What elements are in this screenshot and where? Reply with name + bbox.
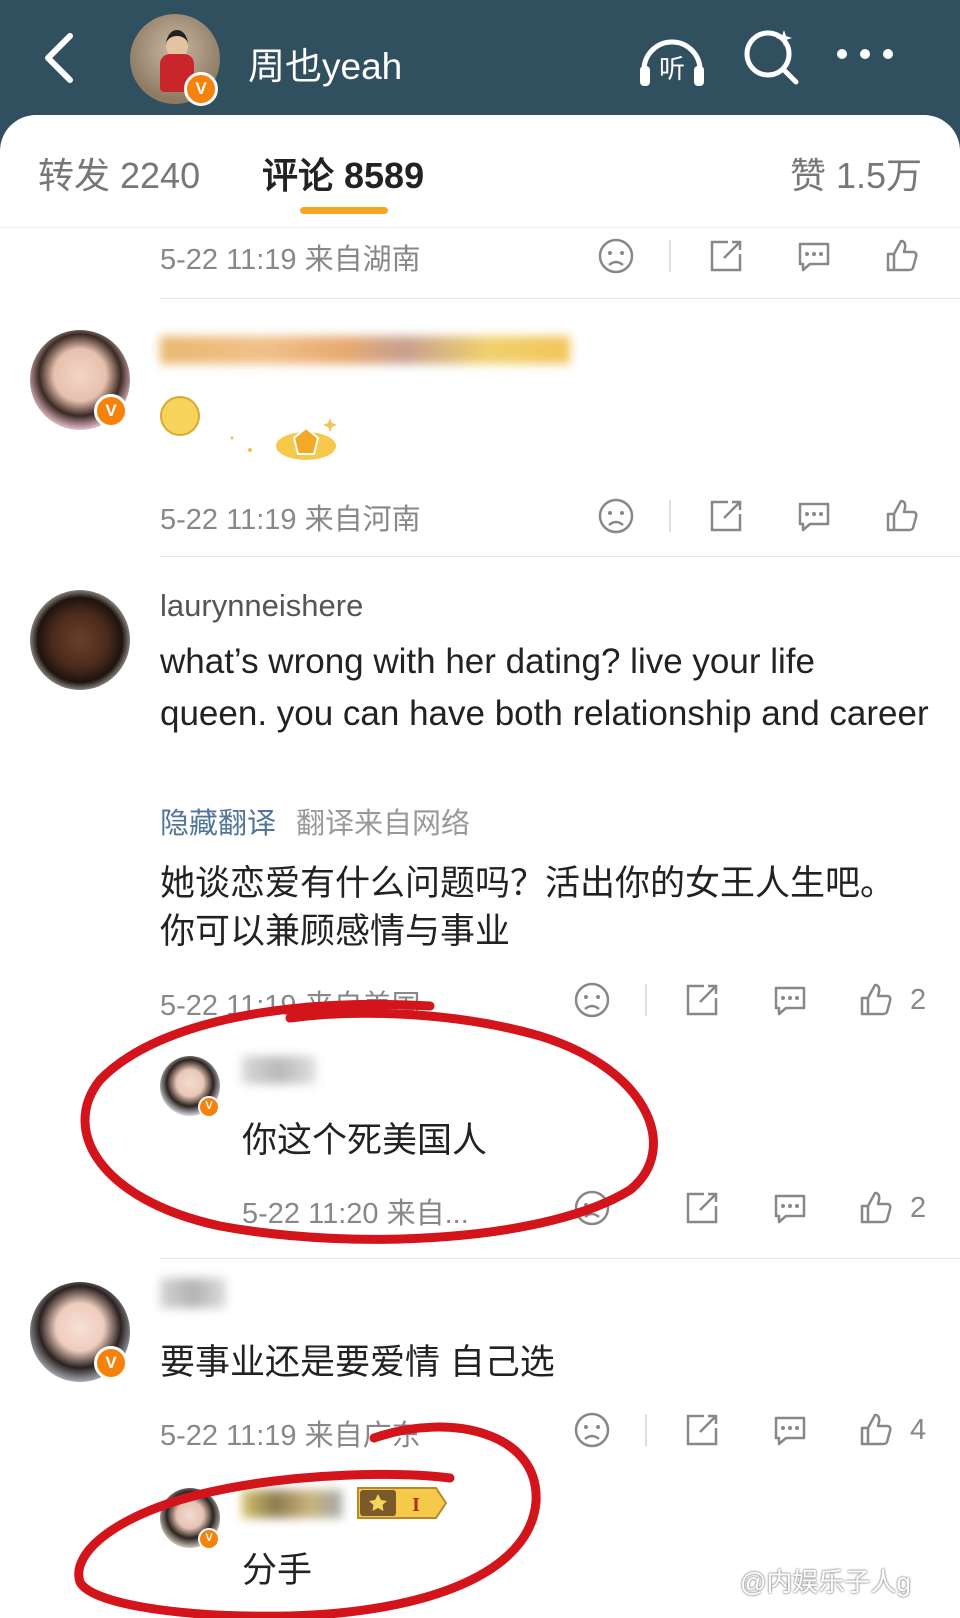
tab-reposts[interactable]: 转发 2240 bbox=[38, 147, 200, 199]
like-thumb-icon[interactable] bbox=[856, 1410, 896, 1450]
comment-divider bbox=[160, 1258, 960, 1259]
share-icon[interactable] bbox=[682, 980, 722, 1020]
like-thumb-icon[interactable] bbox=[856, 980, 896, 1020]
like-count: 2 bbox=[910, 1192, 927, 1224]
level-badge-icon: I bbox=[357, 1487, 448, 1519]
comment-divider bbox=[160, 298, 960, 299]
reply-comment-icon[interactable] bbox=[770, 1188, 810, 1228]
dislike-face-icon[interactable] bbox=[572, 1410, 612, 1450]
like-thumb-icon[interactable] bbox=[882, 496, 922, 536]
active-tab-indicator bbox=[300, 207, 388, 214]
listen-headphones-icon[interactable]: 听 bbox=[636, 26, 708, 90]
share-icon[interactable] bbox=[682, 1410, 722, 1450]
level-badge-label: I bbox=[412, 1494, 420, 1516]
like-thumb-icon[interactable] bbox=[882, 236, 922, 276]
verified-badge-icon: V bbox=[198, 1096, 220, 1118]
share-icon[interactable] bbox=[706, 236, 746, 276]
gold-badge-sticker-icon bbox=[230, 418, 337, 460]
comment-meta: 5-22 11:19 来自湖南 bbox=[160, 244, 421, 276]
reply-comment-icon[interactable] bbox=[770, 1410, 810, 1450]
comment-text: 要事业还是要爱情 自己选 bbox=[160, 1343, 555, 1382]
dislike-face-icon[interactable] bbox=[572, 980, 612, 1020]
comment-meta: 5-22 11:19 来自美国 bbox=[160, 990, 421, 1022]
hide-translation-link[interactable]: 隐藏翻译 bbox=[160, 800, 276, 842]
comment-meta: 5-22 11:19 来自广东 bbox=[160, 1420, 421, 1452]
reply-meta: 5-22 11:20 来自... bbox=[242, 1198, 469, 1230]
crying-emoji-icon bbox=[160, 396, 200, 436]
like-count: 4 bbox=[910, 1414, 927, 1446]
verified-badge-icon: V bbox=[94, 394, 128, 428]
translated-text: 她谈恋爱有什么问题吗？活出你的女王人生吧。你可以兼顾感情与事业 bbox=[160, 864, 896, 951]
action-separator bbox=[645, 1414, 647, 1446]
verified-badge-icon: V bbox=[94, 1346, 128, 1380]
comment-meta: 5-22 11:19 来自河南 bbox=[160, 504, 421, 536]
share-icon[interactable] bbox=[706, 496, 746, 536]
action-separator bbox=[669, 500, 671, 532]
like-thumb-icon[interactable] bbox=[856, 1188, 896, 1228]
reply-comment-icon[interactable] bbox=[794, 496, 834, 536]
action-separator bbox=[669, 240, 671, 272]
translation-source: 翻译来自网络 bbox=[296, 808, 471, 840]
verified-badge-icon: V bbox=[198, 1528, 220, 1550]
dislike-face-icon[interactable] bbox=[596, 236, 636, 276]
dislike-face-icon[interactable] bbox=[572, 1188, 612, 1228]
tab-bar: 转发 2240 评论 8589 赞 1.5万 bbox=[0, 115, 960, 228]
page-title: 周也yeah bbox=[248, 46, 403, 87]
search-icon[interactable] bbox=[740, 26, 802, 88]
listen-label: 听 bbox=[659, 54, 685, 84]
comment-text: what’s wrong with her dating? live your … bbox=[160, 642, 929, 733]
like-count: 2 bbox=[910, 984, 927, 1016]
reply-comment-icon[interactable] bbox=[794, 236, 834, 276]
tab-comments[interactable]: 评论 8589 bbox=[262, 147, 424, 199]
blurred-username bbox=[242, 1490, 342, 1518]
blurred-username bbox=[160, 1278, 226, 1308]
blurred-username bbox=[160, 336, 570, 364]
reply-text: 你这个死美国人 bbox=[242, 1121, 488, 1160]
reply-text: 分手 bbox=[242, 1551, 313, 1590]
more-icon[interactable] bbox=[834, 44, 896, 64]
blurred-username bbox=[242, 1056, 316, 1084]
back-arrow-icon[interactable] bbox=[38, 28, 88, 88]
commenter-avatar[interactable] bbox=[30, 590, 130, 690]
commenter-username[interactable]: laurynneishere bbox=[160, 588, 363, 624]
share-icon[interactable] bbox=[682, 1188, 722, 1228]
watermark: @内娱乐子人g bbox=[740, 1567, 911, 1597]
verified-badge-icon: V bbox=[184, 72, 218, 106]
reply-comment-icon[interactable] bbox=[770, 980, 810, 1020]
action-separator bbox=[645, 984, 647, 1016]
tab-likes[interactable]: 赞 1.5万 bbox=[790, 147, 922, 199]
dislike-face-icon[interactable] bbox=[596, 496, 636, 536]
comment-divider bbox=[160, 556, 960, 557]
